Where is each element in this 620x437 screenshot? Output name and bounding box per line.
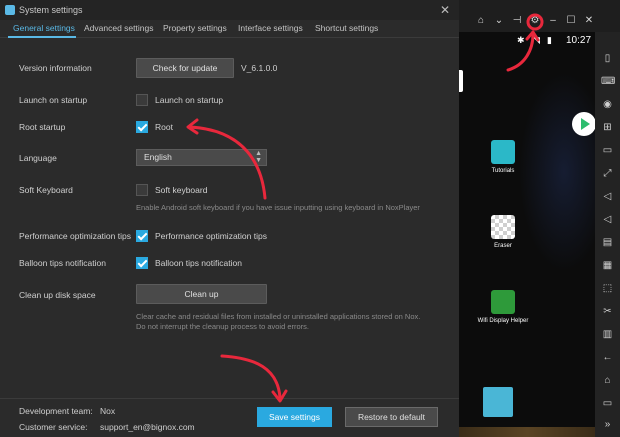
shake-icon[interactable]: ▦: [601, 259, 614, 272]
multi-instance-icon[interactable]: ▤: [601, 236, 614, 249]
dev-team-label: Development team:: [19, 406, 93, 416]
language-label: Language: [19, 153, 57, 163]
soft-keyboard-hint: Enable Android soft keyboard if you have…: [136, 203, 420, 212]
tab-interface-settings[interactable]: Interface settings: [238, 23, 303, 33]
root-checkbox-label[interactable]: Root: [155, 122, 173, 132]
home-icon[interactable]: ⌂: [601, 374, 614, 387]
performance-tips-checkbox-label[interactable]: Performance optimization tips: [155, 231, 267, 241]
version-value: V_6.1.0.0: [241, 63, 278, 73]
gear-icon[interactable]: ⚙: [528, 12, 542, 30]
cleanup-hint: Clear cache and residual files from inst…: [136, 312, 421, 331]
android-screen[interactable]: ✱ ◥ ▮ 10:27 Tutorials Eraser Wifi Displa…: [459, 32, 595, 437]
macro-icon[interactable]: ▥: [601, 328, 614, 341]
keyboard-mapping-icon[interactable]: ⌨: [601, 75, 615, 88]
active-tab-indicator: [8, 36, 76, 38]
app-eraser-label: Eraser: [494, 243, 512, 249]
recent-apps-icon[interactable]: ▭: [601, 397, 614, 410]
soft-keyboard-checkbox[interactable]: [136, 184, 148, 196]
fullscreen-icon[interactable]: ⤢: [601, 167, 614, 180]
android-statusbar: ✱ ◥ ▮ 10:27: [459, 32, 595, 50]
app-tutorials[interactable]: Tutorials: [473, 140, 533, 174]
pin-icon[interactable]: ⊣: [510, 12, 524, 30]
select-arrows-icon: ▲ ▼: [255, 150, 262, 164]
tab-shortcut-settings[interactable]: Shortcut settings: [315, 23, 378, 33]
eraser-icon: [491, 215, 515, 239]
launch-on-startup-checkbox-label[interactable]: Launch on startup: [155, 95, 223, 105]
apk-install-icon[interactable]: ⊞: [601, 121, 614, 134]
check-for-update-button[interactable]: Check for update: [136, 58, 234, 78]
back-icon[interactable]: ←: [601, 351, 614, 364]
root-checkbox[interactable]: [136, 121, 148, 133]
balloon-tips-checkbox-label[interactable]: Balloon tips notification: [155, 258, 242, 268]
save-settings-button[interactable]: Save settings: [257, 407, 332, 427]
system-settings-dialog: System settings ✕ General settings Advan…: [0, 0, 459, 437]
app-card-icon[interactable]: [483, 387, 513, 417]
volume-down-icon[interactable]: ◁: [601, 213, 614, 226]
emulator-window: ⌂ ⌄ ⊣ ⚙ – ☐ ✕ ✱ ◥ ▮ 10:27 Tutorials Eras…: [459, 0, 620, 437]
tutorials-icon: [491, 140, 515, 164]
status-time: 10:27: [566, 35, 592, 46]
maximize-icon[interactable]: ☐: [564, 12, 578, 30]
app-wifi-display-helper[interactable]: Wifi Display Helper: [473, 290, 533, 324]
phone-icon[interactable]: ▯: [601, 52, 614, 65]
root-startup-label: Root startup: [19, 122, 66, 132]
screenshot-icon[interactable]: ⬚: [601, 282, 614, 295]
wallpaper-ground: [459, 427, 595, 437]
wifi-icon: ◥: [533, 35, 540, 45]
chevron-down-icon[interactable]: ⌄: [492, 12, 506, 30]
footer-divider: [0, 398, 459, 399]
version-label: Version information: [19, 63, 92, 73]
settings-tabs: General settings Advanced settings Prope…: [0, 20, 459, 38]
balloon-tips-checkbox[interactable]: [136, 257, 148, 269]
dialog-title: System settings: [19, 5, 83, 15]
tab-property-settings[interactable]: Property settings: [163, 23, 227, 33]
launch-on-startup-checkbox[interactable]: [136, 94, 148, 106]
tab-advanced-settings[interactable]: Advanced settings: [84, 23, 153, 33]
close-icon[interactable]: ✕: [437, 2, 453, 18]
emulator-side-toolbar: ▯ ⌨ ◉ ⊞ ▭ ⤢ ◁ ◁ ▤ ▦ ⬚ ✂ ▥ ← ⌂ ▭ »: [595, 32, 620, 437]
support-email[interactable]: support_en@bignox.com: [100, 422, 195, 432]
bluetooth-off-icon: ✱: [517, 35, 525, 45]
play-store-icon[interactable]: [572, 112, 595, 136]
language-select-value: English: [144, 152, 172, 162]
nox-app-icon: [5, 5, 15, 15]
minimize-icon[interactable]: –: [546, 12, 560, 30]
performance-tips-label: Performance optimization tips: [19, 231, 131, 241]
app-eraser[interactable]: Eraser: [473, 215, 533, 249]
dev-team-value: Nox: [100, 406, 116, 416]
wifi-display-icon: [491, 290, 515, 314]
battery-icon: ▮: [547, 35, 552, 45]
dialog-titlebar: System settings ✕: [0, 0, 459, 20]
screen-root: System settings ✕ General settings Advan…: [0, 0, 620, 437]
launch-on-startup-label: Launch on startup: [19, 95, 88, 105]
support-label: Customer service:: [19, 422, 88, 432]
tab-general-settings[interactable]: General settings: [13, 23, 75, 33]
cleanup-label: Clean up disk space: [19, 290, 96, 300]
scissors-icon[interactable]: ✂: [601, 305, 614, 318]
balloon-tips-label: Balloon tips notification: [19, 258, 106, 268]
home-house-icon[interactable]: ⌂: [474, 12, 488, 30]
location-icon[interactable]: ◉: [601, 98, 614, 111]
soft-keyboard-checkbox-label[interactable]: Soft keyboard: [155, 185, 207, 195]
volume-up-icon[interactable]: ◁: [601, 190, 614, 203]
close-icon[interactable]: ✕: [582, 12, 596, 30]
more-icon[interactable]: »: [601, 418, 614, 431]
soft-keyboard-label: Soft Keyboard: [19, 185, 73, 195]
app-tutorials-label: Tutorials: [491, 168, 515, 174]
side-handle[interactable]: [459, 70, 463, 92]
clean-up-button[interactable]: Clean up: [136, 284, 267, 304]
language-select[interactable]: English ▲ ▼: [136, 149, 267, 166]
emulator-toolbar: ⌂ ⌄ ⊣ ⚙ – ☐ ✕: [459, 12, 620, 32]
app-wifi-display-label: Wifi Display Helper: [477, 318, 529, 324]
screen-icon[interactable]: ▭: [601, 144, 614, 157]
performance-tips-checkbox[interactable]: [136, 230, 148, 242]
restore-default-button[interactable]: Restore to default: [345, 407, 438, 427]
